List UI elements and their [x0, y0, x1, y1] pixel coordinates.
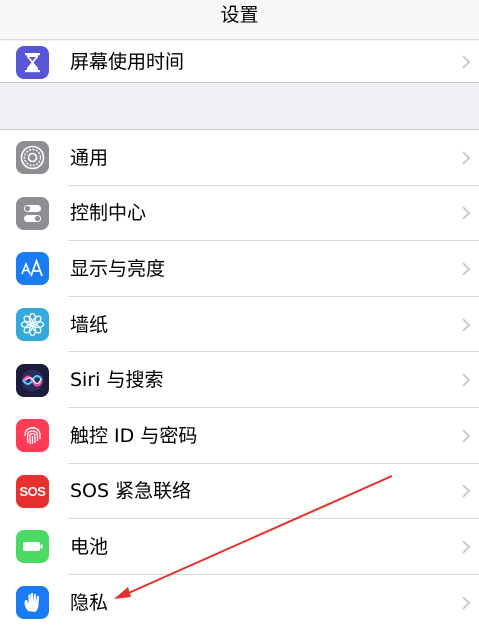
chevron-right-icon [462, 484, 471, 498]
settings-row-label: 显示与亮度 [70, 257, 166, 280]
settings-row-label: Siri 与搜索 [70, 369, 164, 392]
settings-row-display[interactable]: 显示与亮度 [0, 241, 479, 297]
settings-row-label: 通用 [70, 146, 109, 169]
settings-group-main: 通用 控制中心 显示与亮度 墙纸 Siri 与搜索 触控 ID 与密码 SOS … [0, 129, 479, 626]
settings-row-touch-id[interactable]: 触控 ID 与密码 [0, 408, 479, 464]
chevron-right-icon [462, 206, 471, 221]
settings-row-label: 控制中心 [70, 202, 147, 225]
settings-row-privacy[interactable]: 隐私 [0, 575, 479, 626]
chevron-right-icon [462, 151, 471, 165]
chevron-right-icon [462, 317, 471, 332]
settings-row-wallpaper[interactable]: 墙纸 [0, 297, 479, 353]
navigation-bar: 设置 [0, 0, 479, 40]
hand-icon [16, 586, 49, 620]
settings-row-emergency-sos[interactable]: SOS SOS 紧急联络 [0, 464, 479, 520]
settings-row-general[interactable]: 通用 [0, 130, 479, 186]
page-title: 设置 [220, 4, 259, 26]
settings-row-label: 屏幕使用时间 [70, 51, 185, 73]
chevron-right-icon [462, 429, 471, 443]
text-size-icon [16, 252, 49, 286]
settings-row-label: 电池 [70, 535, 109, 558]
siri-icon [16, 363, 49, 397]
settings-row-label: 触控 ID 与密码 [70, 424, 198, 447]
flower-icon [16, 308, 49, 342]
settings-group-screen-time: 屏幕使用时间 [0, 41, 479, 83]
settings-row-label: 隐私 [70, 591, 109, 614]
fingerprint-icon [16, 419, 49, 453]
hourglass-icon [16, 45, 49, 79]
gear-icon [16, 141, 49, 175]
chevron-right-icon [462, 262, 471, 276]
settings-row-label: 墙纸 [70, 313, 109, 336]
chevron-right-icon [462, 373, 471, 387]
toggles-icon [16, 196, 49, 230]
settings-row-screen-time[interactable]: 屏幕使用时间 [0, 41, 479, 83]
sos-icon-text: SOS [19, 483, 46, 499]
chevron-right-icon [462, 595, 471, 610]
chevron-right-icon [462, 55, 471, 69]
settings-row-battery[interactable]: 电池 [0, 519, 479, 575]
settings-row-control-center[interactable]: 控制中心 [0, 186, 479, 242]
sos-icon: SOS [16, 474, 49, 508]
settings-row-siri[interactable]: Siri 与搜索 [0, 352, 479, 408]
chevron-right-icon [462, 540, 471, 554]
battery-icon [16, 530, 49, 564]
settings-row-label: SOS 紧急联络 [70, 480, 192, 503]
